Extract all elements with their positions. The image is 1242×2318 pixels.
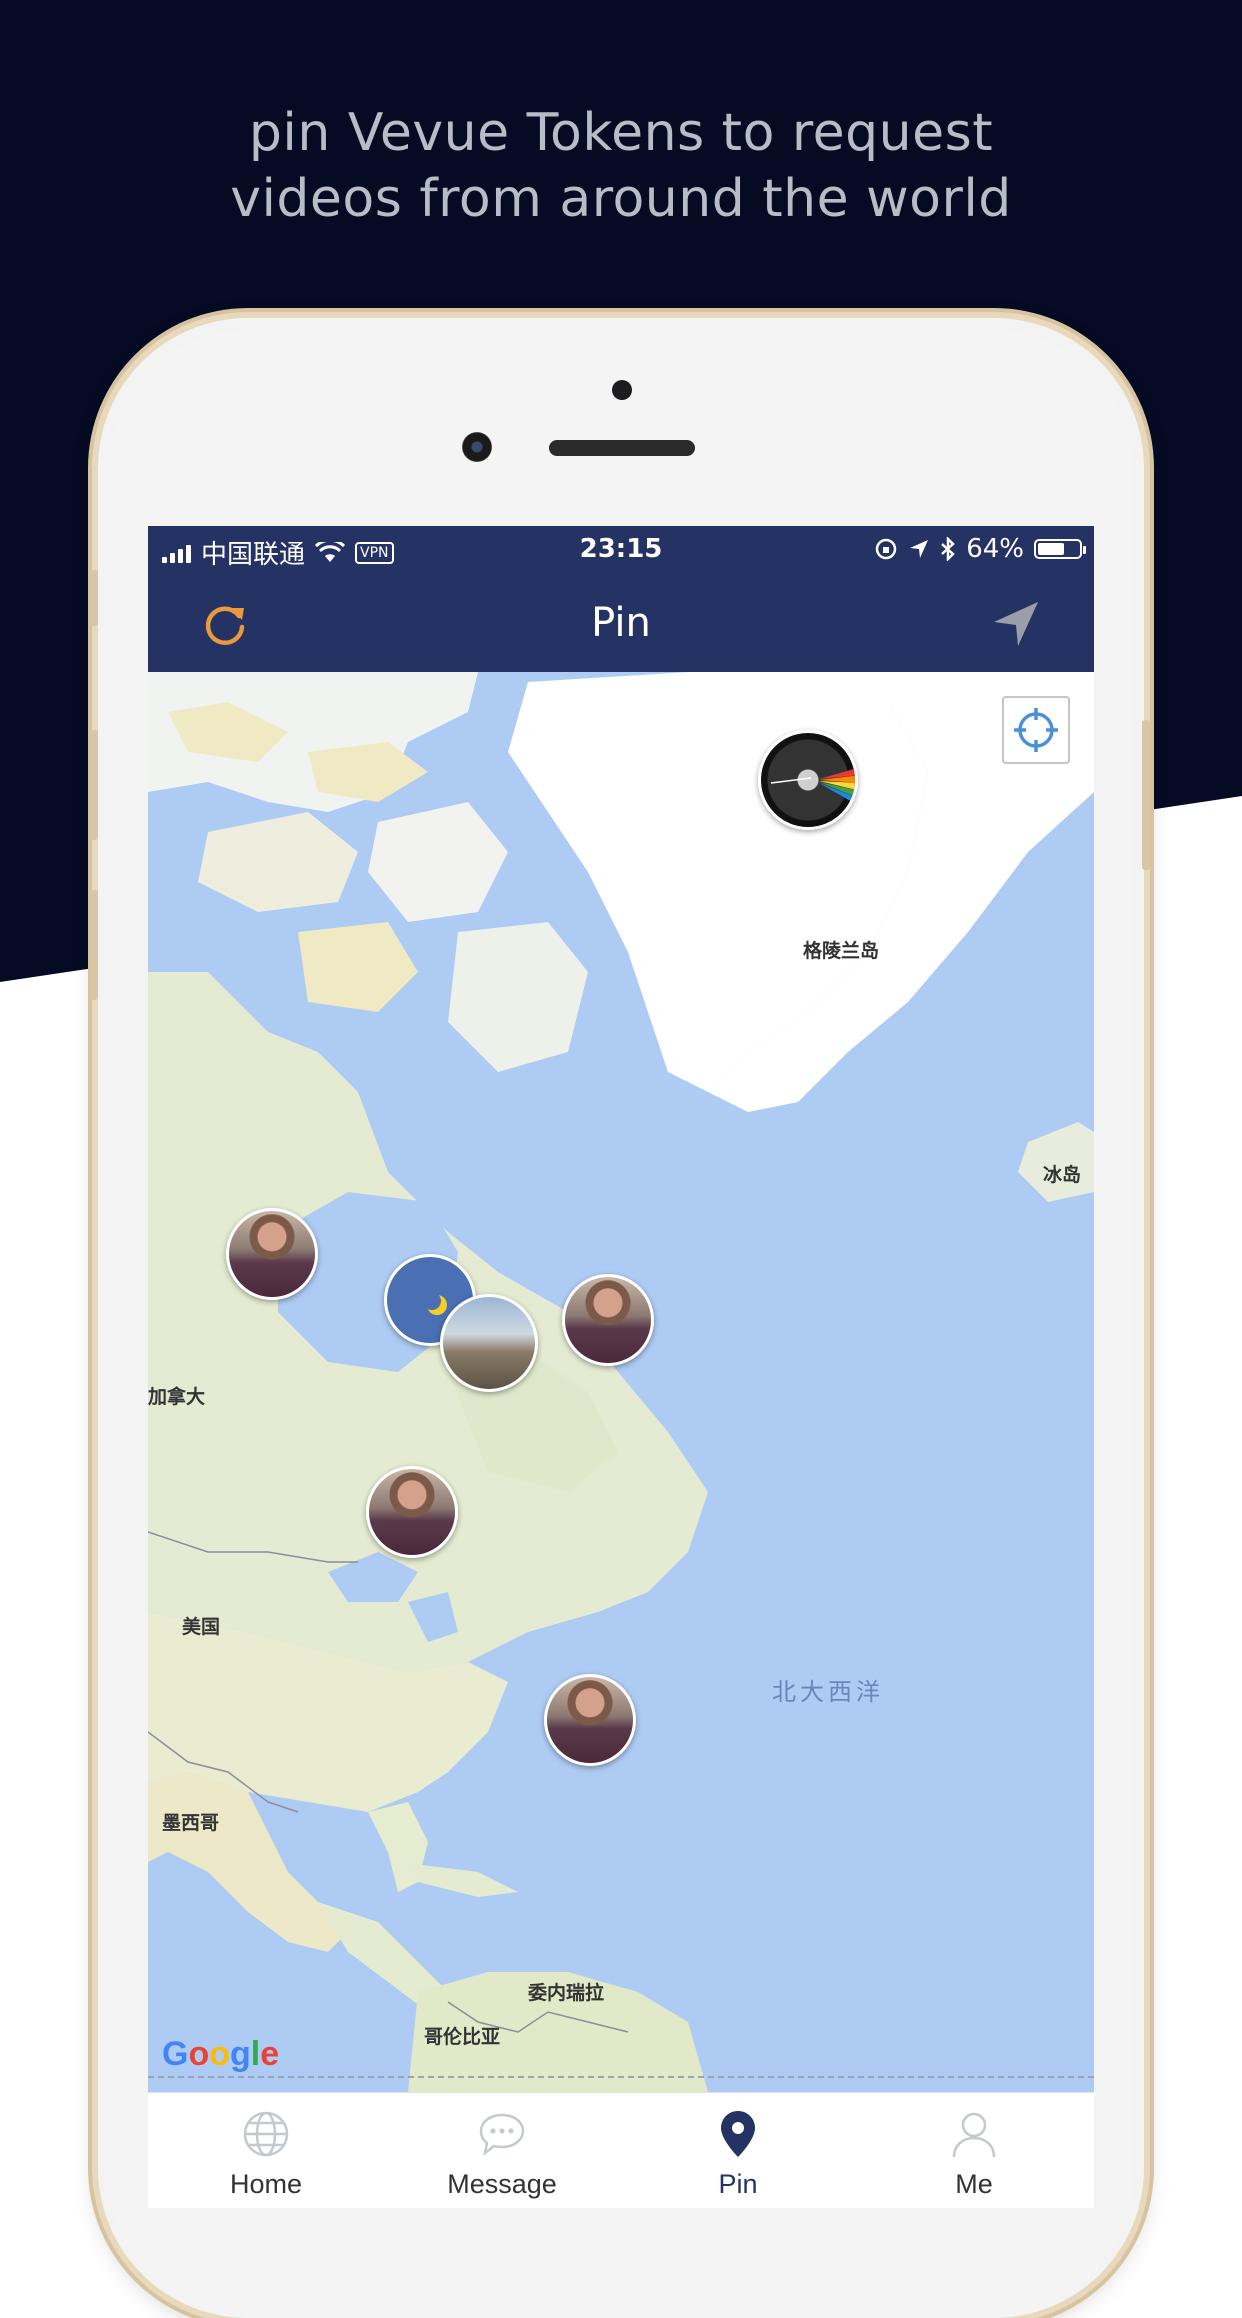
tab-message[interactable]: Message xyxy=(384,2093,620,2208)
earpiece-speaker xyxy=(549,440,695,456)
map-pin-photo-newyork[interactable] xyxy=(440,1294,538,1392)
map-pin-user-northeast[interactable] xyxy=(562,1274,654,1366)
power-button xyxy=(1142,720,1150,870)
map-label-greenland: 格陵兰岛 xyxy=(803,940,880,962)
navigation-bar: Pin xyxy=(148,572,1094,672)
map-pin-record-greenland[interactable] xyxy=(758,730,858,830)
tab-home[interactable]: Home xyxy=(148,2093,384,2208)
tab-me[interactable]: Me xyxy=(856,2093,1092,2208)
mute-switch xyxy=(90,570,98,626)
headline-line-1: pin Vevue Tokens to request xyxy=(248,103,994,163)
battery-icon xyxy=(1034,539,1086,559)
status-bar: 中国联通 VPN 23:15 64% xyxy=(148,526,1094,572)
page-title: Pin xyxy=(591,600,651,646)
map-label-north-atlantic: 北大西洋 xyxy=(772,1678,884,1706)
map-bottom-divider xyxy=(148,2076,1094,2078)
map-label-iceland: 冰岛 xyxy=(1043,1164,1082,1186)
battery-percent: 64% xyxy=(966,534,1024,564)
prism-icon xyxy=(770,768,855,804)
volume-up-button xyxy=(90,730,98,840)
tab-pin-label: Pin xyxy=(718,2169,758,2199)
battery-fill xyxy=(1038,543,1064,555)
headline: pin Vevue Tokens to request videos from … xyxy=(0,100,1242,232)
map-pin-icon xyxy=(721,2111,755,2157)
proximity-sensor xyxy=(612,380,632,400)
map-label-canada: 加拿大 xyxy=(148,1386,206,1408)
headline-line-2: videos from around the world xyxy=(230,169,1012,229)
recenter-button[interactable] xyxy=(1002,696,1070,764)
tab-bar: Home Message Pin Me xyxy=(148,2092,1094,2208)
tab-message-label: Message xyxy=(447,2169,557,2199)
bluetooth-icon xyxy=(941,537,956,561)
orientation-lock-icon xyxy=(875,538,897,560)
google-logo: Google xyxy=(162,2035,280,2073)
crosshair-icon xyxy=(1014,708,1058,752)
person-icon xyxy=(952,2112,996,2158)
app-screen: 中国联通 VPN 23:15 64% Pin 格陵兰岛 冰岛 加拿大 美国 墨西… xyxy=(148,526,1094,2208)
tab-me-label: Me xyxy=(955,2169,993,2199)
map-label-colombia: 哥伦比亚 xyxy=(424,2026,501,2048)
globe-icon xyxy=(243,2111,289,2157)
map-view[interactable]: 格陵兰岛 冰岛 加拿大 美国 墨西哥 委内瑞拉 哥伦比亚 北大西洋 Google xyxy=(148,672,1094,2092)
map-label-usa: 美国 xyxy=(182,1616,221,1638)
map-label-venezuela: 委内瑞拉 xyxy=(528,1982,605,2004)
chat-bubble-icon xyxy=(479,2113,525,2157)
map-pin-user-venezuela[interactable] xyxy=(544,1674,636,1766)
navigation-arrow-icon[interactable] xyxy=(990,598,1042,650)
map-terrain xyxy=(148,672,1094,2092)
map-pin-user-southeast[interactable] xyxy=(366,1466,458,1558)
map-label-mexico: 墨西哥 xyxy=(162,1812,220,1834)
tab-pin[interactable]: Pin xyxy=(620,2093,856,2208)
status-right: 64% xyxy=(874,534,1086,564)
volume-down-button xyxy=(90,890,98,1000)
location-arrow-icon xyxy=(910,540,929,558)
tab-home-label: Home xyxy=(229,2169,303,2199)
front-camera xyxy=(462,432,492,462)
map-pin-user-midwest[interactable] xyxy=(226,1208,318,1300)
